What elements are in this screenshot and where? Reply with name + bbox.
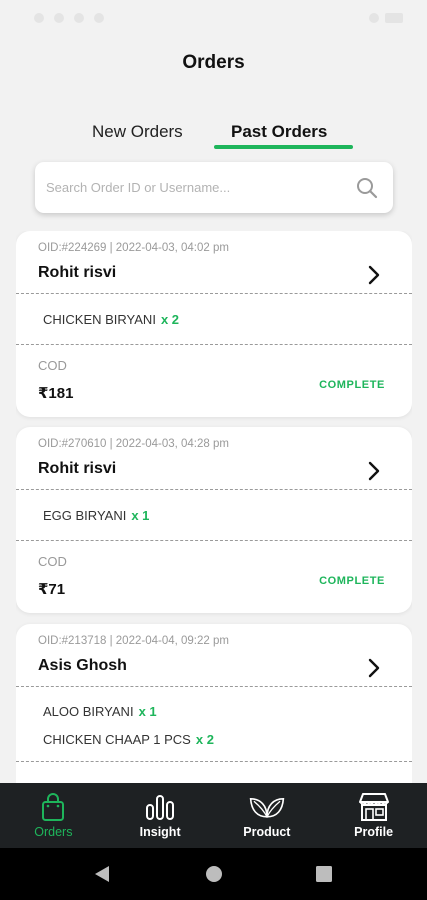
item-name: CHICKEN CHAAP 1 PCS	[43, 732, 191, 747]
search-input[interactable]	[46, 180, 355, 195]
nav-label: Orders	[34, 825, 73, 839]
system-nav-bar	[0, 848, 427, 900]
payment-method: COD	[38, 358, 67, 373]
notification-icon	[54, 13, 64, 23]
nav-label: Product	[243, 825, 291, 839]
customer-name: Asis Ghosh	[38, 657, 127, 674]
divider	[16, 293, 412, 294]
nav-label: Profile	[354, 825, 394, 839]
order-id-datetime: OID:#224269 | 2022-04-03, 04:02 pm	[38, 242, 229, 254]
store-icon	[356, 791, 392, 823]
order-card[interactable]: OID:#270610 | 2022-04-03, 04:28 pm Rohit…	[16, 427, 412, 613]
bottom-nav: Orders Insight Product Profile	[0, 783, 427, 848]
nav-item-profile[interactable]: Profile	[320, 783, 427, 848]
order-card[interactable]: OID:#224269 | 2022-04-03, 04:02 pm Rohit…	[16, 231, 412, 417]
divider	[16, 686, 412, 687]
status-icons-left	[34, 13, 104, 23]
order-list[interactable]: OID:#224269 | 2022-04-03, 04:02 pm Rohit…	[16, 231, 412, 783]
home-icon[interactable]	[205, 864, 223, 884]
notification-icon	[74, 13, 84, 23]
order-tabs: New Orders Past Orders	[0, 118, 427, 152]
search-bar	[35, 162, 393, 213]
nav-item-insight[interactable]: Insight	[107, 783, 214, 848]
tab-past-orders[interactable]: Past Orders	[231, 122, 327, 142]
item-name: EGG BIRYANI	[43, 508, 127, 523]
chevron-right-icon[interactable]	[366, 657, 382, 679]
item-quantity: x 1	[131, 508, 150, 523]
status-badge: COMPLETE	[319, 379, 385, 391]
customer-name: Rohit risvi	[38, 264, 117, 281]
order-card[interactable]: OID:#213718 | 2022-04-04, 09:22 pm Asis …	[16, 624, 412, 783]
notification-icon	[34, 13, 44, 23]
item-quantity: x 2	[160, 312, 180, 327]
order-item: CHICKEN CHAAP 1 PCS x 2	[43, 732, 214, 747]
order-amount: ₹71	[38, 581, 66, 598]
bar-chart-icon	[142, 791, 178, 823]
battery-icon	[385, 13, 403, 23]
divider	[16, 540, 412, 541]
notification-icon	[94, 13, 104, 23]
divider	[16, 761, 412, 762]
order-amount: ₹181	[38, 385, 74, 402]
status-icons-right	[369, 13, 403, 23]
nav-label: Insight	[139, 825, 181, 839]
payment-method: COD	[38, 554, 67, 569]
chevron-right-icon[interactable]	[366, 264, 382, 286]
order-id-datetime: OID:#270610 | 2022-04-03, 04:28 pm	[38, 438, 229, 450]
item-name: ALOO BIRYANI	[43, 704, 134, 719]
chevron-right-icon[interactable]	[366, 460, 382, 482]
recent-apps-icon[interactable]	[315, 864, 333, 884]
page-title: Orders	[182, 52, 245, 73]
shopping-bag-icon	[35, 791, 71, 823]
order-item: CHICKEN BIRYANI x 2	[43, 312, 179, 327]
nav-item-orders[interactable]: Orders	[0, 783, 107, 848]
divider	[16, 489, 412, 490]
order-item: ALOO BIRYANI x 1	[43, 704, 157, 719]
divider	[16, 344, 412, 345]
leaves-icon	[249, 791, 285, 823]
status-badge: COMPLETE	[319, 575, 385, 587]
item-quantity: x 1	[138, 704, 157, 719]
signal-icon	[369, 13, 379, 23]
tab-new-orders[interactable]: New Orders	[92, 122, 183, 142]
status-bar	[0, 0, 427, 36]
item-name: CHICKEN BIRYANI	[43, 312, 156, 327]
active-tab-indicator	[214, 145, 353, 149]
order-id-datetime: OID:#213718 | 2022-04-04, 09:22 pm	[38, 635, 229, 647]
item-quantity: x 2	[195, 732, 214, 747]
order-item: EGG BIRYANI x 1	[43, 508, 149, 523]
search-icon[interactable]	[355, 176, 379, 200]
customer-name: Rohit risvi	[38, 460, 117, 477]
nav-item-product[interactable]: Product	[214, 783, 321, 848]
back-icon[interactable]	[93, 864, 111, 884]
